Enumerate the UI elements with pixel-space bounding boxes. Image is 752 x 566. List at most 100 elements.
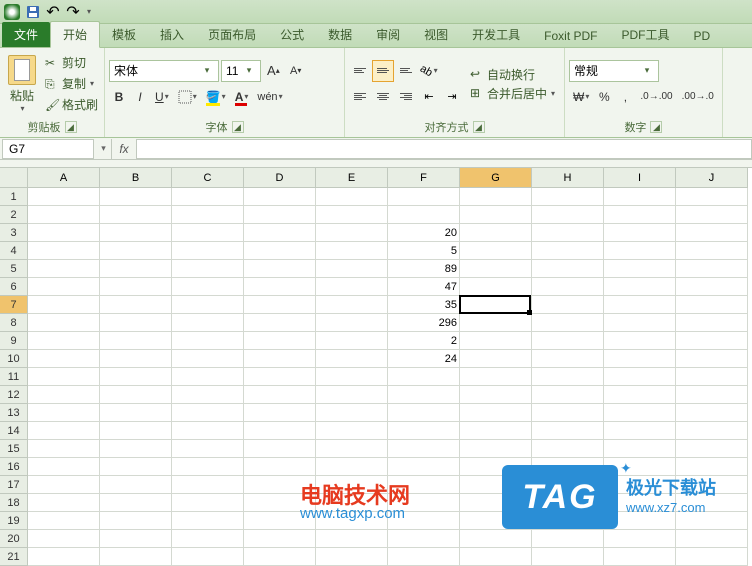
chevron-down-icon[interactable]: ▾ <box>242 65 256 76</box>
cell-E20[interactable] <box>316 530 388 548</box>
cell-G3[interactable] <box>460 224 532 242</box>
undo-icon[interactable]: ↶ <box>46 5 60 19</box>
cell-C20[interactable] <box>172 530 244 548</box>
cell-F11[interactable] <box>388 368 460 386</box>
cell-I3[interactable] <box>604 224 676 242</box>
cell-I20[interactable] <box>604 530 676 548</box>
tab-home[interactable]: 开始 <box>50 21 100 48</box>
cell-J5[interactable] <box>676 260 748 278</box>
column-header-J[interactable]: J <box>676 168 748 188</box>
column-header-G[interactable]: G <box>460 168 532 188</box>
cell-A2[interactable] <box>28 206 100 224</box>
align-right-button[interactable] <box>395 86 417 108</box>
cell-F13[interactable] <box>388 404 460 422</box>
tab-page-layout[interactable]: 页面布局 <box>196 22 268 47</box>
cell-D6[interactable] <box>244 278 316 296</box>
cell-F9[interactable]: 2 <box>388 332 460 350</box>
cell-D12[interactable] <box>244 386 316 404</box>
cell-C13[interactable] <box>172 404 244 422</box>
cell-B21[interactable] <box>100 548 172 566</box>
cell-C7[interactable] <box>172 296 244 314</box>
cell-A3[interactable] <box>28 224 100 242</box>
cell-H1[interactable] <box>532 188 604 206</box>
row-header-14[interactable]: 14 <box>0 422 28 440</box>
cell-A1[interactable] <box>28 188 100 206</box>
comma-button[interactable]: , <box>615 86 635 108</box>
cell-E11[interactable] <box>316 368 388 386</box>
cell-C15[interactable] <box>172 440 244 458</box>
cell-J1[interactable] <box>676 188 748 206</box>
cell-A18[interactable] <box>28 494 100 512</box>
cell-D9[interactable] <box>244 332 316 350</box>
cell-C10[interactable] <box>172 350 244 368</box>
column-header-E[interactable]: E <box>316 168 388 188</box>
align-left-button[interactable] <box>349 86 371 108</box>
cell-D10[interactable] <box>244 350 316 368</box>
cell-B7[interactable] <box>100 296 172 314</box>
format-painter-button[interactable]: 🖌 格式刷 <box>43 95 100 114</box>
cell-J12[interactable] <box>676 386 748 404</box>
cell-A5[interactable] <box>28 260 100 278</box>
cell-J14[interactable] <box>676 422 748 440</box>
cell-E9[interactable] <box>316 332 388 350</box>
cell-I13[interactable] <box>604 404 676 422</box>
cell-I11[interactable] <box>604 368 676 386</box>
cell-F20[interactable] <box>388 530 460 548</box>
cell-G9[interactable] <box>460 332 532 350</box>
column-header-A[interactable]: A <box>28 168 100 188</box>
cell-G7[interactable] <box>460 296 532 314</box>
cell-G5[interactable] <box>460 260 532 278</box>
column-header-F[interactable]: F <box>388 168 460 188</box>
cell-D13[interactable] <box>244 404 316 422</box>
cell-G13[interactable] <box>460 404 532 422</box>
cell-D2[interactable] <box>244 206 316 224</box>
cell-B3[interactable] <box>100 224 172 242</box>
cell-I14[interactable] <box>604 422 676 440</box>
row-header-18[interactable]: 18 <box>0 494 28 512</box>
tab-template[interactable]: 模板 <box>100 22 148 47</box>
cell-F7[interactable]: 35 <box>388 296 460 314</box>
font-name-combo[interactable]: 宋体 ▾ <box>109 60 219 82</box>
cell-D5[interactable] <box>244 260 316 278</box>
cell-C19[interactable] <box>172 512 244 530</box>
cell-C14[interactable] <box>172 422 244 440</box>
cell-H4[interactable] <box>532 242 604 260</box>
chevron-down-icon[interactable]: ▾ <box>200 65 214 76</box>
cell-E10[interactable] <box>316 350 388 368</box>
row-header-5[interactable]: 5 <box>0 260 28 278</box>
column-header-H[interactable]: H <box>532 168 604 188</box>
cell-H2[interactable] <box>532 206 604 224</box>
cell-J3[interactable] <box>676 224 748 242</box>
cut-button[interactable]: ✂ 剪切 <box>43 53 100 72</box>
cell-J21[interactable] <box>676 548 748 566</box>
column-header-I[interactable]: I <box>604 168 676 188</box>
cell-J8[interactable] <box>676 314 748 332</box>
cell-E3[interactable] <box>316 224 388 242</box>
align-bottom-button[interactable] <box>395 60 417 82</box>
cell-G21[interactable] <box>460 548 532 566</box>
cell-J11[interactable] <box>676 368 748 386</box>
tab-foxit-pdf[interactable]: Foxit PDF <box>532 25 609 47</box>
cell-B12[interactable] <box>100 386 172 404</box>
cell-C4[interactable] <box>172 242 244 260</box>
cell-G15[interactable] <box>460 440 532 458</box>
cell-D14[interactable] <box>244 422 316 440</box>
cell-F16[interactable] <box>388 458 460 476</box>
tab-file[interactable]: 文件 <box>2 22 50 47</box>
cell-B1[interactable] <box>100 188 172 206</box>
cell-A8[interactable] <box>28 314 100 332</box>
column-header-B[interactable]: B <box>100 168 172 188</box>
cell-D11[interactable] <box>244 368 316 386</box>
row-header-19[interactable]: 19 <box>0 512 28 530</box>
cell-A11[interactable] <box>28 368 100 386</box>
row-header-13[interactable]: 13 <box>0 404 28 422</box>
tab-pd[interactable]: PD <box>682 25 723 47</box>
cell-I9[interactable] <box>604 332 676 350</box>
cell-F1[interactable] <box>388 188 460 206</box>
cell-A21[interactable] <box>28 548 100 566</box>
accounting-format-button[interactable]: ₩▾ <box>569 86 593 108</box>
select-all-corner[interactable] <box>0 168 28 188</box>
row-header-8[interactable]: 8 <box>0 314 28 332</box>
cell-D16[interactable] <box>244 458 316 476</box>
cell-B11[interactable] <box>100 368 172 386</box>
